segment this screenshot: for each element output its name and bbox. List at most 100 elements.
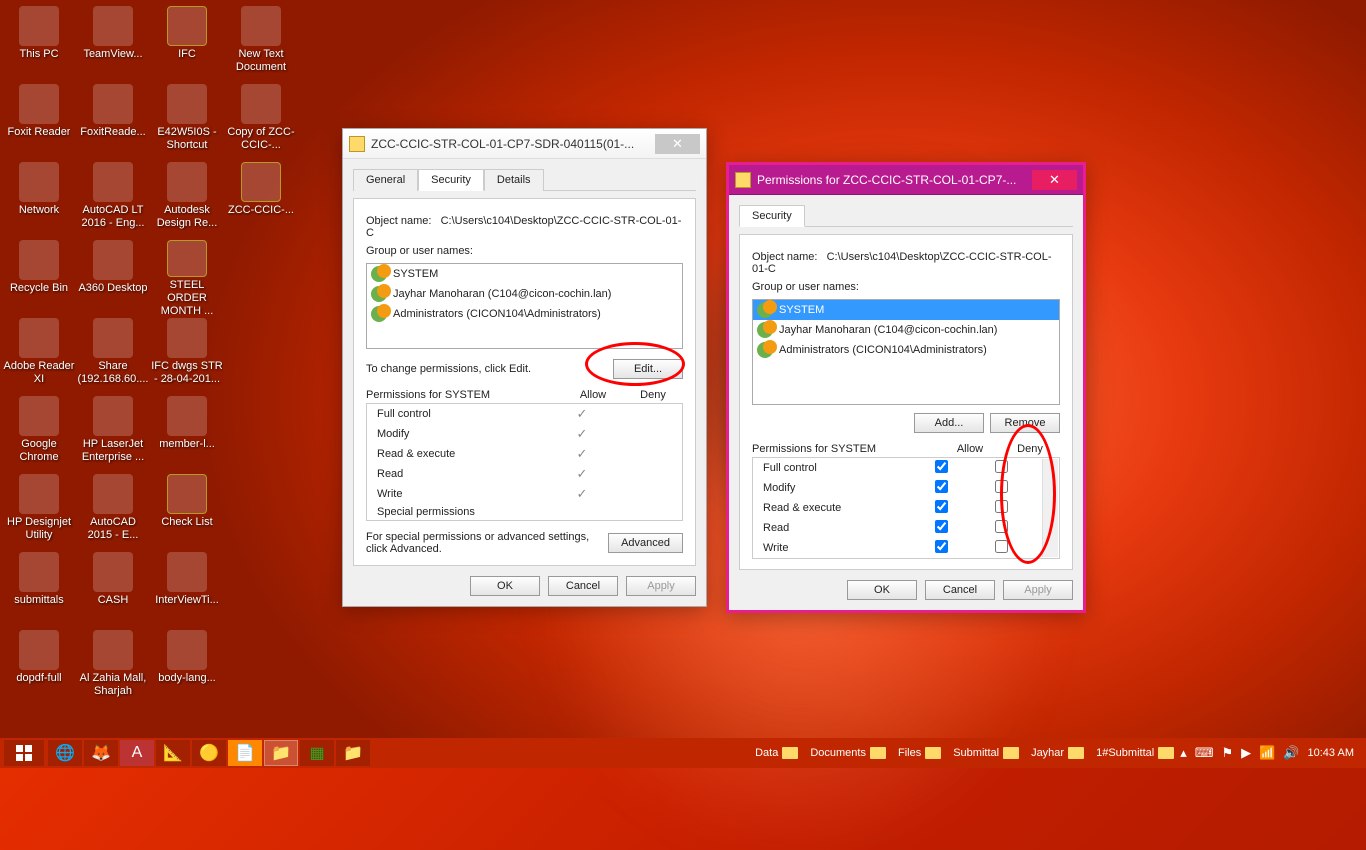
taskbar-clock[interactable]: 10:43 AM — [1308, 747, 1354, 759]
deny-checkbox[interactable] — [995, 500, 1008, 513]
desktop-icon[interactable]: Foxit Reader — [2, 80, 76, 158]
desktop-icon[interactable]: dopdf-full — [2, 626, 76, 704]
tab-security[interactable]: Security — [739, 205, 805, 227]
tray-action-center-icon[interactable]: ⚑ — [1221, 745, 1233, 761]
desktop-icon[interactable]: A360 Desktop — [76, 236, 150, 314]
desktop-icon[interactable]: Recycle Bin — [2, 236, 76, 314]
deny-checkbox[interactable] — [995, 460, 1008, 473]
allow-checkbox[interactable] — [935, 520, 948, 533]
desktop-icon[interactable]: FoxitReade... — [76, 80, 150, 158]
folder-label: Data — [755, 747, 778, 759]
user-item[interactable]: SYSTEM — [367, 264, 682, 284]
advanced-button[interactable]: Advanced — [608, 533, 683, 553]
desktop-icon[interactable]: IFC dwgs STR - 28-04-201... — [150, 314, 224, 392]
deny-checkbox[interactable] — [995, 540, 1008, 553]
desktop-icon[interactable]: ZCC-CCIC-... — [224, 158, 298, 236]
desktop-icon[interactable]: body-lang... — [150, 626, 224, 704]
user-list[interactable]: SYSTEMJayhar Manoharan (C104@cicon-cochi… — [752, 299, 1060, 405]
desktop-icon[interactable]: IFC — [150, 2, 224, 80]
app-icon — [167, 630, 207, 670]
desktop-icon[interactable]: submittals — [2, 548, 76, 626]
desktop-icon[interactable]: Check List — [150, 470, 224, 548]
taskbar-folder[interactable]: Files — [892, 747, 947, 759]
desktop-icon[interactable]: New Text Document — [224, 2, 298, 80]
desktop-icon[interactable]: CASH — [76, 548, 150, 626]
taskbar-chrome[interactable]: 🟡 — [192, 740, 226, 766]
tab-details[interactable]: Details — [484, 169, 544, 191]
desktop-icon[interactable]: STEEL ORDER MONTH ... — [150, 236, 224, 314]
allow-checkbox[interactable] — [935, 500, 948, 513]
taskbar-folder[interactable]: Submittal — [947, 747, 1025, 759]
desktop-icon[interactable]: InterViewTi... — [150, 548, 224, 626]
taskbar-folder[interactable]: Documents — [804, 747, 892, 759]
user-list[interactable]: SYSTEMJayhar Manoharan (C104@cicon-cochi… — [366, 263, 683, 349]
desktop-icon[interactable]: member-l... — [150, 392, 224, 470]
taskbar-folder[interactable]: Data — [749, 747, 804, 759]
ok-button[interactable]: OK — [470, 576, 540, 596]
user-item[interactable]: Administrators (CICON104\Administrators) — [753, 340, 1059, 360]
tray-volume-icon[interactable]: 🔊 — [1283, 745, 1299, 761]
taskbar-explorer2[interactable]: 📁 — [336, 740, 370, 766]
edit-button[interactable]: Edit... — [613, 359, 683, 379]
taskbar-firefox[interactable]: 🦊 — [84, 740, 118, 766]
desktop-icon[interactable]: E42W5I0S - Shortcut — [150, 80, 224, 158]
cancel-button[interactable]: Cancel — [548, 576, 618, 596]
app-icon — [19, 162, 59, 202]
desktop-icon[interactable]: Autodesk Design Re... — [150, 158, 224, 236]
add-button[interactable]: Add... — [914, 413, 984, 433]
taskbar-excel[interactable]: ▦ — [300, 740, 334, 766]
desktop-icon[interactable]: TeamView... — [76, 2, 150, 80]
taskbar-explorer[interactable]: 📁 — [264, 740, 298, 766]
app-icon — [167, 396, 207, 436]
taskbar-folder[interactable]: 1#Submittal — [1090, 747, 1180, 759]
titlebar[interactable]: Permissions for ZCC-CCIC-STR-COL-01-CP7-… — [729, 165, 1083, 195]
desktop-icon[interactable]: Al Zahia Mall, Sharjah — [76, 626, 150, 704]
user-item[interactable]: Jayhar Manoharan (C104@cicon-cochin.lan) — [367, 284, 682, 304]
taskbar-foxit[interactable]: 📄 — [228, 740, 262, 766]
folder-icon — [735, 172, 751, 188]
close-button[interactable]: ✕ — [1032, 170, 1077, 190]
app-icon — [93, 6, 133, 46]
remove-button[interactable]: Remove — [990, 413, 1060, 433]
desktop-icon[interactable]: Share (192.168.60.... — [76, 314, 150, 392]
desktop-icon[interactable]: AutoCAD 2015 - E... — [76, 470, 150, 548]
taskbar-autocad[interactable]: A — [120, 740, 154, 766]
allow-checkbox[interactable] — [935, 460, 948, 473]
deny-checkbox[interactable] — [995, 520, 1008, 533]
allow-checkbox[interactable] — [935, 540, 948, 553]
taskbar-autodesk[interactable]: 📐 — [156, 740, 190, 766]
desktop-icon[interactable]: This PC — [2, 2, 76, 80]
user-item[interactable]: Administrators (CICON104\Administrators) — [367, 304, 682, 324]
start-button[interactable] — [4, 740, 44, 766]
tray-up-icon[interactable]: ▴ — [1180, 745, 1187, 761]
desktop-icon[interactable]: HP Designjet Utility — [2, 470, 76, 548]
tray-keyboard-icon[interactable]: ⌨ — [1195, 745, 1214, 761]
tray-flag-icon[interactable]: ▶ — [1241, 745, 1251, 761]
apply-button[interactable]: Apply — [626, 576, 696, 596]
close-button[interactable]: ✕ — [655, 134, 700, 154]
icon-label: AutoCAD LT 2016 - Eng... — [77, 204, 149, 230]
desktop-icon[interactable]: AutoCAD LT 2016 - Eng... — [76, 158, 150, 236]
app-icon — [167, 474, 207, 514]
tab-general[interactable]: General — [353, 169, 418, 191]
taskbar-ie[interactable]: 🌐 — [48, 740, 82, 766]
tab-security[interactable]: Security — [418, 169, 484, 191]
tray-network-icon[interactable]: 📶 — [1259, 745, 1275, 761]
desktop-icon[interactable]: Adobe Reader XI — [2, 314, 76, 392]
app-icon — [93, 552, 133, 592]
desktop-icon[interactable]: Network — [2, 158, 76, 236]
user-item[interactable]: SYSTEM — [753, 300, 1059, 320]
cancel-button[interactable]: Cancel — [925, 580, 995, 600]
desktop-icon[interactable]: HP LaserJet Enterprise ... — [76, 392, 150, 470]
titlebar[interactable]: ZCC-CCIC-STR-COL-01-CP7-SDR-040115(01-..… — [343, 129, 706, 159]
apply-button[interactable]: Apply — [1003, 580, 1073, 600]
deny-checkbox[interactable] — [995, 480, 1008, 493]
taskbar-folder[interactable]: Jayhar — [1025, 747, 1090, 759]
desktop-icon[interactable]: Copy of ZCC-CCIC-... — [224, 80, 298, 158]
allow-checkbox[interactable] — [935, 480, 948, 493]
user-item[interactable]: Jayhar Manoharan (C104@cicon-cochin.lan) — [753, 320, 1059, 340]
ok-button[interactable]: OK — [847, 580, 917, 600]
icon-label: submittals — [14, 594, 64, 607]
scrollbar[interactable] — [1042, 459, 1058, 557]
desktop-icon[interactable]: Google Chrome — [2, 392, 76, 470]
